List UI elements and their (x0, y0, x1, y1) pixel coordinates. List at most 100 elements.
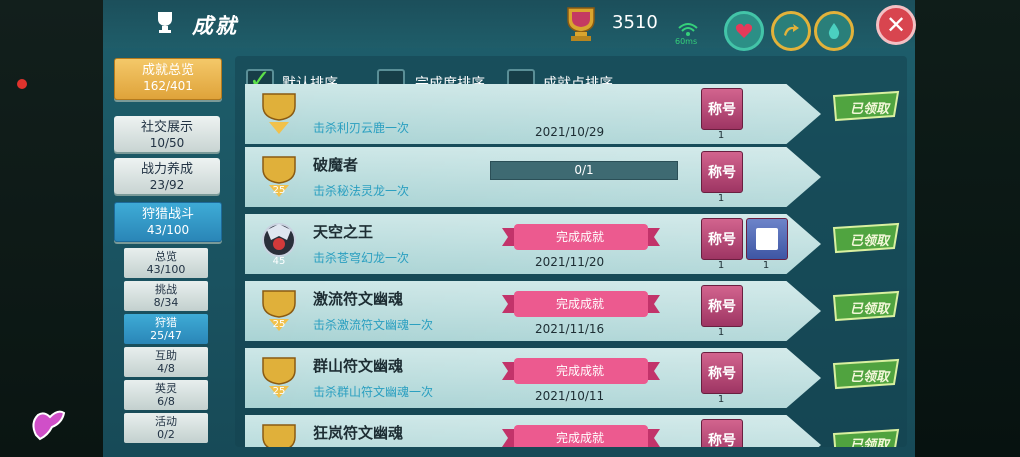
reward-title-badge[interactable]: 称号 (701, 151, 743, 193)
achievement-row[interactable]: 击杀利刃云鹿一次 2021/10/29 称号 1 (245, 84, 821, 144)
wing-icon[interactable] (28, 405, 68, 445)
achievement-desc: 击杀激流符文幽魂一次 (313, 318, 434, 332)
claimed-label: 已领取 (850, 234, 890, 249)
reward-title-badge[interactable]: 称号 (701, 352, 743, 394)
sidebar-item-hunting[interactable]: 狩猎战斗 43/100 (114, 202, 222, 242)
ping-label: 60ms (675, 37, 698, 46)
heart-button[interactable] (724, 11, 764, 51)
achievement-date: 2021/10/11 (535, 389, 605, 403)
achievement-name: 激流符文幽魂 (313, 290, 404, 308)
reward-label: 称号 (708, 433, 736, 447)
refresh-button[interactable] (771, 11, 811, 51)
reward-title-badge[interactable]: 称号 (701, 218, 743, 260)
sub-item-spirit[interactable]: 英灵 6/8 (124, 380, 208, 410)
achievement-rows: 击杀利刃云鹿一次 2021/10/29 称号 1 已领取 25 破魔者 击杀秘法… (245, 84, 905, 447)
reward-count: 1 (762, 260, 770, 271)
drop-button[interactable] (814, 11, 854, 51)
reward-label: 称号 (708, 165, 736, 181)
medal-icon: 25 (262, 156, 296, 197)
reward-count: 1 (717, 327, 725, 338)
sub-item-label: 活动 (155, 415, 177, 428)
achievement-row[interactable]: 25 群山符文幽魂 击杀群山符文幽魂一次 完成成就 2021/10/11 称号 … (245, 348, 821, 408)
achievement-name: 破魔者 (313, 156, 359, 174)
claimed-label: 已领取 (850, 370, 890, 385)
background-left (0, 0, 105, 457)
achievement-date: 2021/10/29 (535, 125, 605, 139)
claimed-label: 已领取 (850, 302, 890, 317)
achievement-row[interactable]: 45 天空之王 击杀苍穹幻龙一次 完成成就 2021/11/20 称号 1 1 (245, 214, 821, 274)
achievement-row[interactable]: 25 激流符文幽魂 击杀激流符文幽魂一次 完成成就 2021/11/16 称号 … (245, 281, 821, 341)
achievement-row[interactable]: 狂岚符文幽魂 完成成就 称号 (245, 415, 821, 447)
achievement-progress: 0/1 (490, 161, 678, 180)
sidebar-item-social[interactable]: 社交展示 10/50 (114, 116, 220, 152)
reward-count: 1 (717, 260, 725, 271)
claimed-label: 已领取 (850, 438, 890, 447)
achievement-name: 群山符文幽魂 (313, 357, 404, 375)
reward-title-badge[interactable]: 称号 (701, 285, 743, 327)
trophy-icon (158, 12, 172, 33)
achievement-name: 狂岚符文幽魂 (313, 424, 404, 442)
sub-item-challenge[interactable]: 挑战 8/34 (124, 281, 208, 311)
sub-item-label: 挑战 (155, 283, 177, 296)
sidebar-overview-label: 成就总览 (141, 63, 194, 78)
close-button[interactable]: ✕ (876, 5, 916, 45)
achievement-cup-icon (567, 7, 595, 41)
achievement-points: 3510 (612, 12, 658, 33)
medal-points: 25 (273, 319, 286, 330)
status-label: 完成成就 (555, 364, 604, 378)
sub-item-label: 狩猎 (155, 316, 177, 329)
achievement-row[interactable]: 25 破魔者 击杀秘法灵龙一次 0/1 称号 1 (245, 147, 821, 207)
sidebar-item-label: 战力养成 (140, 162, 193, 177)
achievement-list[interactable]: 默认排序 完成度排序 成就点排序 击杀利刃云鹿一次 2021/10/29 称号 … (235, 56, 907, 447)
medal-icon (262, 424, 296, 447)
sub-item-event[interactable]: 活动 0/2 (124, 413, 208, 443)
sub-item-progress: 4/8 (157, 362, 175, 375)
reward-count: 1 (717, 193, 725, 204)
achievement-desc: 击杀利刃云鹿一次 (313, 121, 410, 135)
medal-icon (262, 93, 296, 134)
achievement-date: 2021/11/16 (535, 322, 605, 336)
achievement-name: 天空之王 (313, 223, 374, 241)
sub-item-progress: 8/34 (153, 296, 179, 309)
reward-title-badge[interactable]: 称号 (701, 88, 743, 130)
achievement-date: 2021/11/20 (535, 255, 605, 269)
sidebar-item-progress: 23/92 (149, 178, 185, 192)
sub-item-assist[interactable]: 互助 4/8 (124, 347, 208, 377)
sidebar-overview[interactable]: 成就总览 162/401 (114, 58, 222, 100)
sidebar-item-label: 社交展示 (140, 120, 193, 135)
notification-dot (17, 79, 27, 89)
drop-icon (828, 23, 840, 39)
page-title: 成就 (192, 14, 238, 38)
sub-item-label: 总览 (155, 250, 177, 263)
sidebar-item-power[interactable]: 战力养成 23/92 (114, 158, 220, 194)
dragon-medal-icon: 45 (262, 223, 296, 266)
sub-item-hunt[interactable]: 狩猎 25/47 (124, 314, 208, 344)
reward-item-badge[interactable] (746, 218, 788, 260)
medal-icon: 25 (262, 357, 296, 398)
sub-item-progress: 6/8 (157, 395, 175, 408)
achievement-desc: 击杀苍穹幻龙一次 (313, 251, 410, 265)
medal-points: 25 (273, 185, 286, 196)
wifi-icon (678, 23, 698, 36)
reward-item-icon (756, 228, 778, 250)
reward-label: 称号 (708, 102, 736, 118)
reward-label: 称号 (708, 299, 736, 315)
reward-count: 1 (717, 130, 725, 141)
sidebar-item-label: 狩猎战斗 (141, 207, 194, 222)
sub-item-label: 英灵 (155, 382, 177, 395)
reward-title-badge[interactable]: 称号 (701, 419, 743, 447)
close-icon: ✕ (885, 11, 907, 39)
arrow-icon (784, 24, 799, 36)
status-label: 完成成就 (555, 431, 604, 445)
sidebar-item-progress: 43/100 (146, 223, 190, 237)
sub-item-overview[interactable]: 总览 43/100 (124, 248, 208, 278)
reward-count: 1 (717, 394, 725, 405)
sub-item-label: 互助 (155, 349, 177, 362)
claimed-label: 已领取 (850, 102, 890, 117)
background-right (915, 0, 1020, 457)
medal-icon: 25 (262, 290, 296, 331)
medal-points: 45 (273, 256, 286, 266)
sidebar-item-progress: 10/50 (149, 136, 185, 150)
status-label: 完成成就 (555, 297, 604, 311)
sidebar-overview-progress: 162/401 (143, 79, 193, 93)
